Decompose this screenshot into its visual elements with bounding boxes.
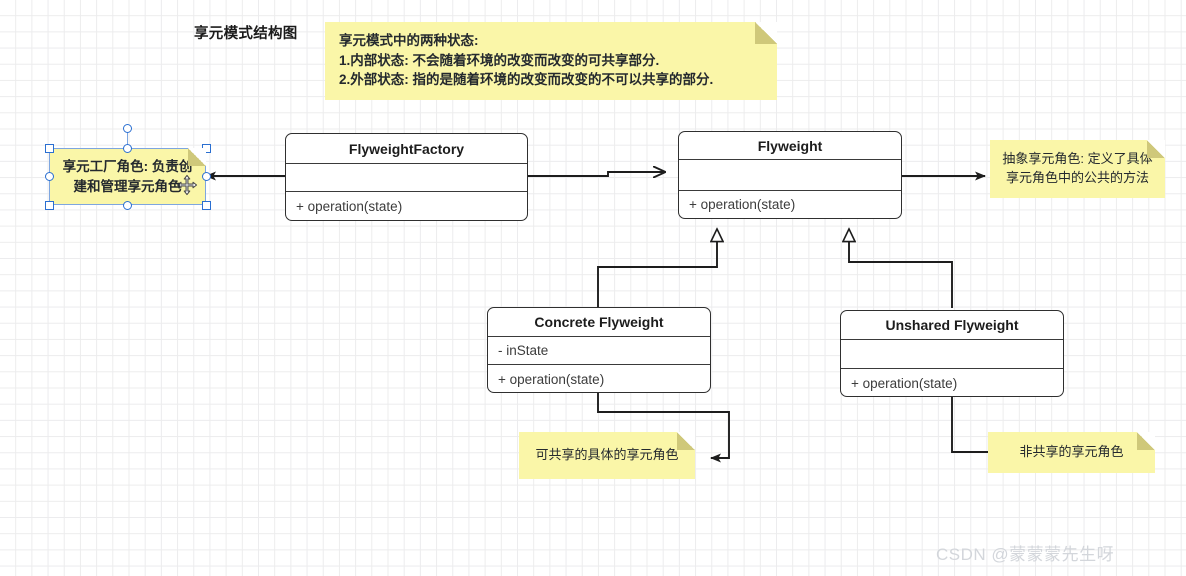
class-concrete-flyweight-operation: + operation(state) bbox=[498, 372, 605, 387]
resize-handle-bottom-left[interactable] bbox=[44, 200, 54, 210]
class-flyweight-factory-attributes bbox=[286, 164, 527, 192]
note-unshared-role-text: 非共享的享元角色 bbox=[1019, 444, 1124, 460]
class-unshared-flyweight[interactable]: Unshared Flyweight + operation(state) bbox=[840, 310, 1064, 397]
note-concrete-role-text: 可共享的具体的享元角色 bbox=[535, 447, 679, 463]
note-two-states[interactable]: 享元模式中的两种状态: 1.内部状态: 不会随着环境的改变而改变的可共享部分. … bbox=[325, 22, 777, 100]
resize-handle-middle-left[interactable] bbox=[44, 172, 54, 181]
note-concrete-role[interactable]: 可共享的具体的享元角色 bbox=[519, 432, 695, 479]
class-flyweight[interactable]: Flyweight + operation(state) bbox=[678, 131, 902, 219]
note-abstract-role-text: 抽象享元角色: 定义了具体 享元角色中的公共的方法 bbox=[1002, 151, 1153, 185]
class-unshared-flyweight-attributes bbox=[841, 340, 1063, 369]
connector-concrete-generalization bbox=[597, 229, 717, 308]
resize-handle-top-center[interactable] bbox=[123, 143, 132, 153]
class-flyweight-factory-name: FlyweightFactory bbox=[286, 134, 527, 164]
note-factory-role-text: 享元工厂角色: 负责创 建和管理享元角色 bbox=[62, 158, 193, 194]
resize-handle-bottom-center[interactable] bbox=[123, 200, 132, 210]
class-concrete-flyweight-attribute: - inState bbox=[488, 337, 710, 365]
class-flyweight-name: Flyweight bbox=[679, 132, 901, 160]
note-unshared-role[interactable]: 非共享的享元角色 bbox=[988, 432, 1155, 473]
resize-handle-middle-right[interactable] bbox=[201, 172, 211, 181]
class-concrete-flyweight-name: Concrete Flyweight bbox=[488, 308, 710, 337]
class-concrete-flyweight[interactable]: Concrete Flyweight - inState + operation… bbox=[487, 307, 711, 393]
class-flyweight-factory-operation: + operation(state) bbox=[296, 198, 403, 214]
connector-unshared-generalization bbox=[849, 229, 953, 308]
note-fold-icon bbox=[188, 148, 206, 166]
diagram-canvas[interactable]: 享元模式结构图 享元模式中的两种状态: 1.内部状态: 不会随着环境的改变而改变… bbox=[0, 0, 1186, 576]
note-fold-icon bbox=[755, 22, 777, 44]
resize-handle-bottom-right[interactable] bbox=[201, 200, 211, 210]
resize-handle-top-left[interactable] bbox=[44, 143, 54, 153]
note-abstract-role[interactable]: 抽象享元角色: 定义了具体 享元角色中的公共的方法 bbox=[990, 140, 1165, 198]
note-fold-icon bbox=[1137, 432, 1155, 450]
class-flyweight-factory[interactable]: FlyweightFactory + operation(state) bbox=[285, 133, 528, 221]
diagram-title: 享元模式结构图 bbox=[194, 26, 298, 42]
note-factory-role[interactable]: 享元工厂角色: 负责创 建和管理享元角色 bbox=[49, 148, 206, 205]
class-flyweight-attributes bbox=[679, 160, 901, 191]
note-fold-icon bbox=[1147, 140, 1165, 158]
connector-factory-to-flyweight bbox=[528, 172, 665, 176]
rotation-handle[interactable] bbox=[123, 124, 132, 133]
note-two-states-text: 享元模式中的两种状态: 1.内部状态: 不会随着环境的改变而改变的可共享部分. … bbox=[339, 33, 714, 88]
class-unshared-flyweight-name: Unshared Flyweight bbox=[841, 311, 1063, 340]
note-fold-icon bbox=[677, 432, 695, 450]
watermark: CSDN @蒙蒙蒙先生呀 bbox=[936, 545, 1115, 564]
class-unshared-flyweight-operation: + operation(state) bbox=[851, 375, 958, 391]
class-flyweight-operation: + operation(state) bbox=[689, 197, 796, 212]
